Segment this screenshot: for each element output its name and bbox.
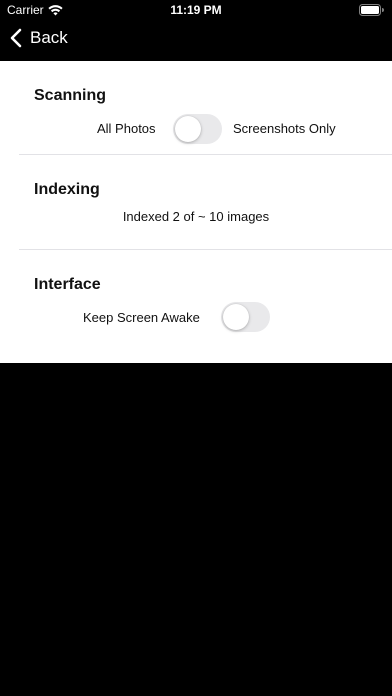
interface-title: Interface (34, 276, 101, 293)
toggle-knob (175, 116, 201, 142)
indexing-title: Indexing (34, 181, 100, 198)
scanning-section: Scanning All Photos Screenshots Only (0, 61, 392, 155)
settings-panel: Scanning All Photos Screenshots Only Ind… (0, 61, 392, 363)
status-bar: Carrier 11:19 PM (0, 0, 392, 20)
scan-mode-toggle[interactable] (173, 114, 222, 144)
all-photos-label: All Photos (97, 121, 156, 136)
keep-screen-awake-label: Keep Screen Awake (83, 310, 200, 325)
indexing-status: Indexed 2 of ~ 10 images (122, 209, 270, 224)
keep-screen-awake-toggle[interactable] (221, 302, 270, 332)
screenshots-only-label: Screenshots Only (233, 121, 336, 136)
back-button[interactable]: Back (10, 28, 68, 48)
scanning-title: Scanning (34, 87, 107, 104)
navigation-bar: Back (0, 20, 392, 61)
indexing-section: Indexing Indexed 2 of ~ 10 images (0, 155, 392, 250)
toggle-knob (223, 304, 249, 330)
back-label: Back (30, 28, 68, 47)
chevron-left-icon (10, 28, 30, 48)
screen: Carrier 11:19 PM Back Scanning All Photo… (0, 0, 392, 696)
status-time: 11:19 PM (170, 3, 222, 17)
battery-icon (359, 4, 384, 16)
interface-section: Interface Keep Screen Awake (0, 249, 392, 363)
